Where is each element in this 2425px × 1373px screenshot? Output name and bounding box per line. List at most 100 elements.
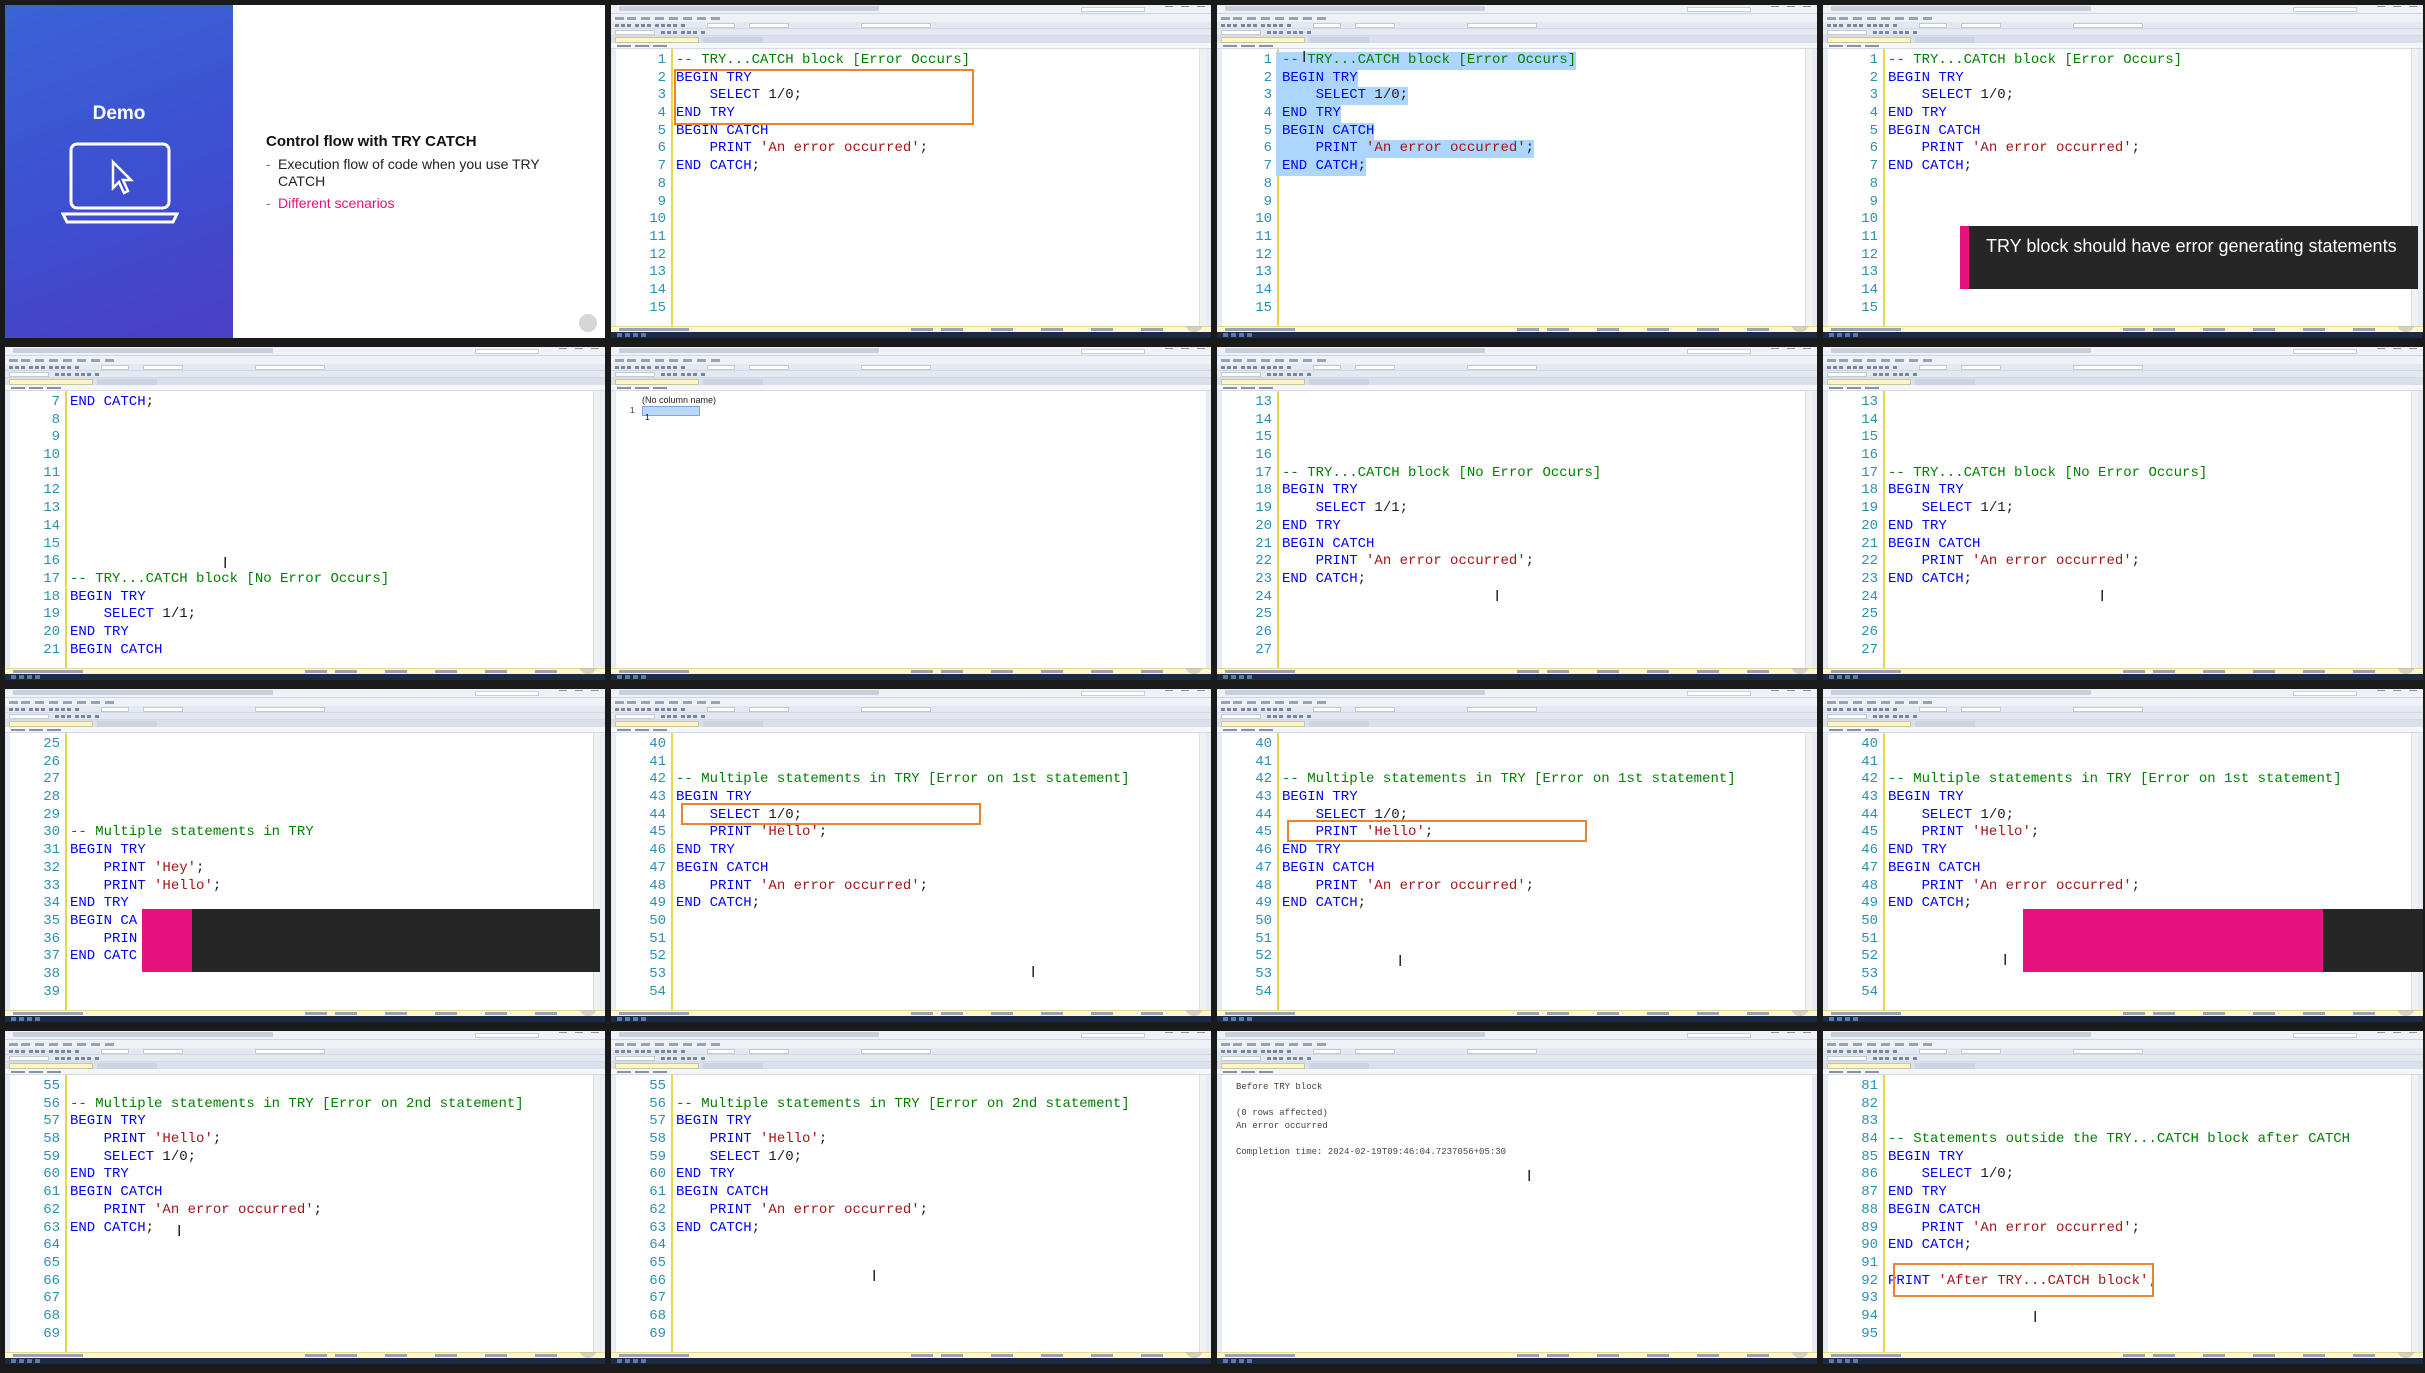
menu-bar[interactable] bbox=[1217, 698, 1817, 706]
results-grid[interactable]: (No column name) 1 1 bbox=[616, 391, 1206, 668]
code-line[interactable]: 14 bbox=[10, 518, 594, 536]
code-line[interactable]: 19 SELECT 1/1; bbox=[1828, 500, 2412, 518]
code-line[interactable]: 6 PRINT 'An error occurred'; bbox=[1222, 140, 1806, 159]
code-line[interactable]: 3 SELECT 1/0; bbox=[1222, 87, 1806, 106]
code-line[interactable]: 7 END CATCH; bbox=[1828, 158, 2412, 176]
toolbar[interactable] bbox=[5, 1048, 605, 1055]
document-tabs[interactable] bbox=[611, 720, 1211, 727]
query-toolbar[interactable] bbox=[1217, 371, 1817, 378]
code-line[interactable]: 8 bbox=[1828, 176, 2412, 194]
code-line[interactable]: 39 bbox=[10, 984, 594, 1002]
code-line[interactable]: 24 bbox=[1828, 589, 2412, 607]
code-line[interactable]: 2 BEGIN TRY bbox=[1828, 70, 2412, 88]
code-line[interactable]: 42 -- Multiple statements in TRY [Error o… bbox=[1828, 771, 2412, 789]
document-tabs[interactable] bbox=[1217, 36, 1817, 43]
code-line[interactable]: 53 bbox=[616, 966, 1200, 984]
code-line[interactable]: 81 bbox=[1828, 1078, 2412, 1096]
menu-bar[interactable] bbox=[611, 356, 1211, 364]
code-line[interactable]: 11 bbox=[1222, 229, 1806, 247]
code-line[interactable]: 64 bbox=[10, 1237, 594, 1255]
query-toolbar[interactable] bbox=[611, 713, 1211, 720]
code-line[interactable]: 32 PRINT 'Hey'; bbox=[10, 860, 594, 878]
code-line[interactable]: 54 bbox=[1222, 984, 1806, 1002]
toolbar[interactable] bbox=[1823, 22, 2423, 29]
code-line[interactable]: 9 bbox=[1222, 194, 1806, 212]
query-toolbar[interactable] bbox=[1217, 713, 1817, 720]
code-line[interactable]: 1 -- TRY...CATCH block [Error Occurs] bbox=[616, 52, 1200, 70]
code-line[interactable]: 69 bbox=[10, 1326, 594, 1344]
query-editor[interactable]: 40 41 42 -- Multiple statements in TRY [Err… bbox=[616, 733, 1206, 1010]
code-line[interactable]: 27 bbox=[10, 771, 594, 789]
code-line[interactable]: 26 bbox=[1222, 624, 1806, 642]
query-toolbar[interactable] bbox=[1823, 29, 2423, 36]
code-line[interactable]: 21 BEGIN CATCH bbox=[1222, 536, 1806, 554]
code-line[interactable]: 60 END TRY bbox=[10, 1166, 594, 1184]
toolbar[interactable] bbox=[1823, 706, 2423, 713]
code-line[interactable]: 21 BEGIN CATCH bbox=[1828, 536, 2412, 554]
code-line[interactable]: 1 -- TRY...CATCH block [Error Occurs] bbox=[1222, 52, 1806, 70]
code-line[interactable]: 94 bbox=[1828, 1308, 2412, 1326]
code-line[interactable]: 27 bbox=[1828, 642, 2412, 660]
code-line[interactable]: 54 bbox=[1828, 984, 2412, 1002]
code-line[interactable]: 47 BEGIN CATCH bbox=[1828, 860, 2412, 878]
code-line[interactable]: 7 END CATCH; bbox=[10, 394, 594, 412]
menu-bar[interactable] bbox=[1217, 14, 1817, 22]
code-line[interactable]: 12 bbox=[1222, 247, 1806, 265]
query-editor[interactable]: 81 82 83 84 -- Statements outside the TRY...… bbox=[1828, 1075, 2418, 1352]
code-line[interactable]: 10 bbox=[1222, 211, 1806, 229]
code-line[interactable]: 41 bbox=[1828, 754, 2412, 772]
menu-bar[interactable] bbox=[1217, 356, 1817, 364]
toolbar[interactable] bbox=[611, 22, 1211, 29]
document-tabs[interactable] bbox=[1823, 1062, 2423, 1069]
code-line[interactable]: 42 -- Multiple statements in TRY [Error o… bbox=[1222, 771, 1806, 789]
code-line[interactable]: 49 END CATCH; bbox=[616, 895, 1200, 913]
code-line[interactable]: 26 bbox=[1828, 624, 2412, 642]
code-line[interactable]: 13 bbox=[1222, 264, 1806, 282]
document-tabs[interactable] bbox=[1823, 36, 2423, 43]
menu-bar[interactable] bbox=[1823, 698, 2423, 706]
code-line[interactable]: 86 SELECT 1/0; bbox=[1828, 1166, 2412, 1184]
code-line[interactable]: 14 bbox=[1828, 412, 2412, 430]
code-line[interactable]: 25 bbox=[1828, 606, 2412, 624]
menu-bar[interactable] bbox=[5, 356, 605, 364]
code-line[interactable]: 95 bbox=[1828, 1326, 2412, 1344]
code-line[interactable]: 55 bbox=[10, 1078, 594, 1096]
code-line[interactable]: 23 END CATCH; bbox=[1222, 571, 1806, 589]
code-line[interactable]: 47 BEGIN CATCH bbox=[1222, 860, 1806, 878]
menu-bar[interactable] bbox=[611, 1040, 1211, 1048]
code-line[interactable]: 13 bbox=[1222, 394, 1806, 412]
document-tabs[interactable] bbox=[1823, 720, 2423, 727]
code-line[interactable]: 15 bbox=[1222, 429, 1806, 447]
query-editor[interactable]: 1 -- TRY...CATCH block [Error Occurs] 2 BEG… bbox=[1222, 49, 1812, 326]
code-line[interactable]: 59 SELECT 1/0; bbox=[616, 1149, 1200, 1167]
code-line[interactable]: 13 bbox=[616, 264, 1200, 282]
code-line[interactable]: 50 bbox=[1222, 913, 1806, 931]
code-line[interactable]: 47 BEGIN CATCH bbox=[616, 860, 1200, 878]
code-line[interactable]: 14 bbox=[1222, 282, 1806, 300]
code-line[interactable]: 28 bbox=[10, 789, 594, 807]
code-line[interactable]: 20 END TRY bbox=[1222, 518, 1806, 536]
code-line[interactable]: 15 bbox=[616, 300, 1200, 318]
query-editor[interactable]: 40 41 42 -- Multiple statements in TRY [Err… bbox=[1222, 733, 1812, 1010]
code-line[interactable]: 2 BEGIN TRY bbox=[1222, 69, 1806, 88]
toolbar[interactable] bbox=[611, 1048, 1211, 1055]
menu-bar[interactable] bbox=[1823, 356, 2423, 364]
code-line[interactable]: 88 BEGIN CATCH bbox=[1828, 1202, 2412, 1220]
code-line[interactable]: 21 BEGIN CATCH bbox=[10, 642, 594, 660]
code-line[interactable]: 16 bbox=[1222, 447, 1806, 465]
code-line[interactable]: 46 END TRY bbox=[1222, 842, 1806, 860]
code-line[interactable]: 24 bbox=[1222, 589, 1806, 607]
code-line[interactable]: 87 END TRY bbox=[1828, 1184, 2412, 1202]
code-line[interactable]: 56 -- Multiple statements in TRY [Error o… bbox=[10, 1096, 594, 1114]
query-toolbar[interactable] bbox=[1217, 29, 1817, 36]
code-line[interactable]: 41 bbox=[616, 754, 1200, 772]
code-line[interactable]: 56 -- Multiple statements in TRY [Error o… bbox=[616, 1096, 1200, 1114]
code-line[interactable]: 14 bbox=[1222, 412, 1806, 430]
code-line[interactable]: 17 -- TRY...CATCH block [No Error Occurs] bbox=[1828, 465, 2412, 483]
code-line[interactable]: 55 bbox=[616, 1078, 1200, 1096]
code-line[interactable]: 13 bbox=[1828, 394, 2412, 412]
code-line[interactable]: 20 END TRY bbox=[10, 624, 594, 642]
code-line[interactable]: 15 bbox=[1828, 429, 2412, 447]
document-tabs[interactable] bbox=[611, 378, 1211, 385]
query-toolbar[interactable] bbox=[1823, 371, 2423, 378]
